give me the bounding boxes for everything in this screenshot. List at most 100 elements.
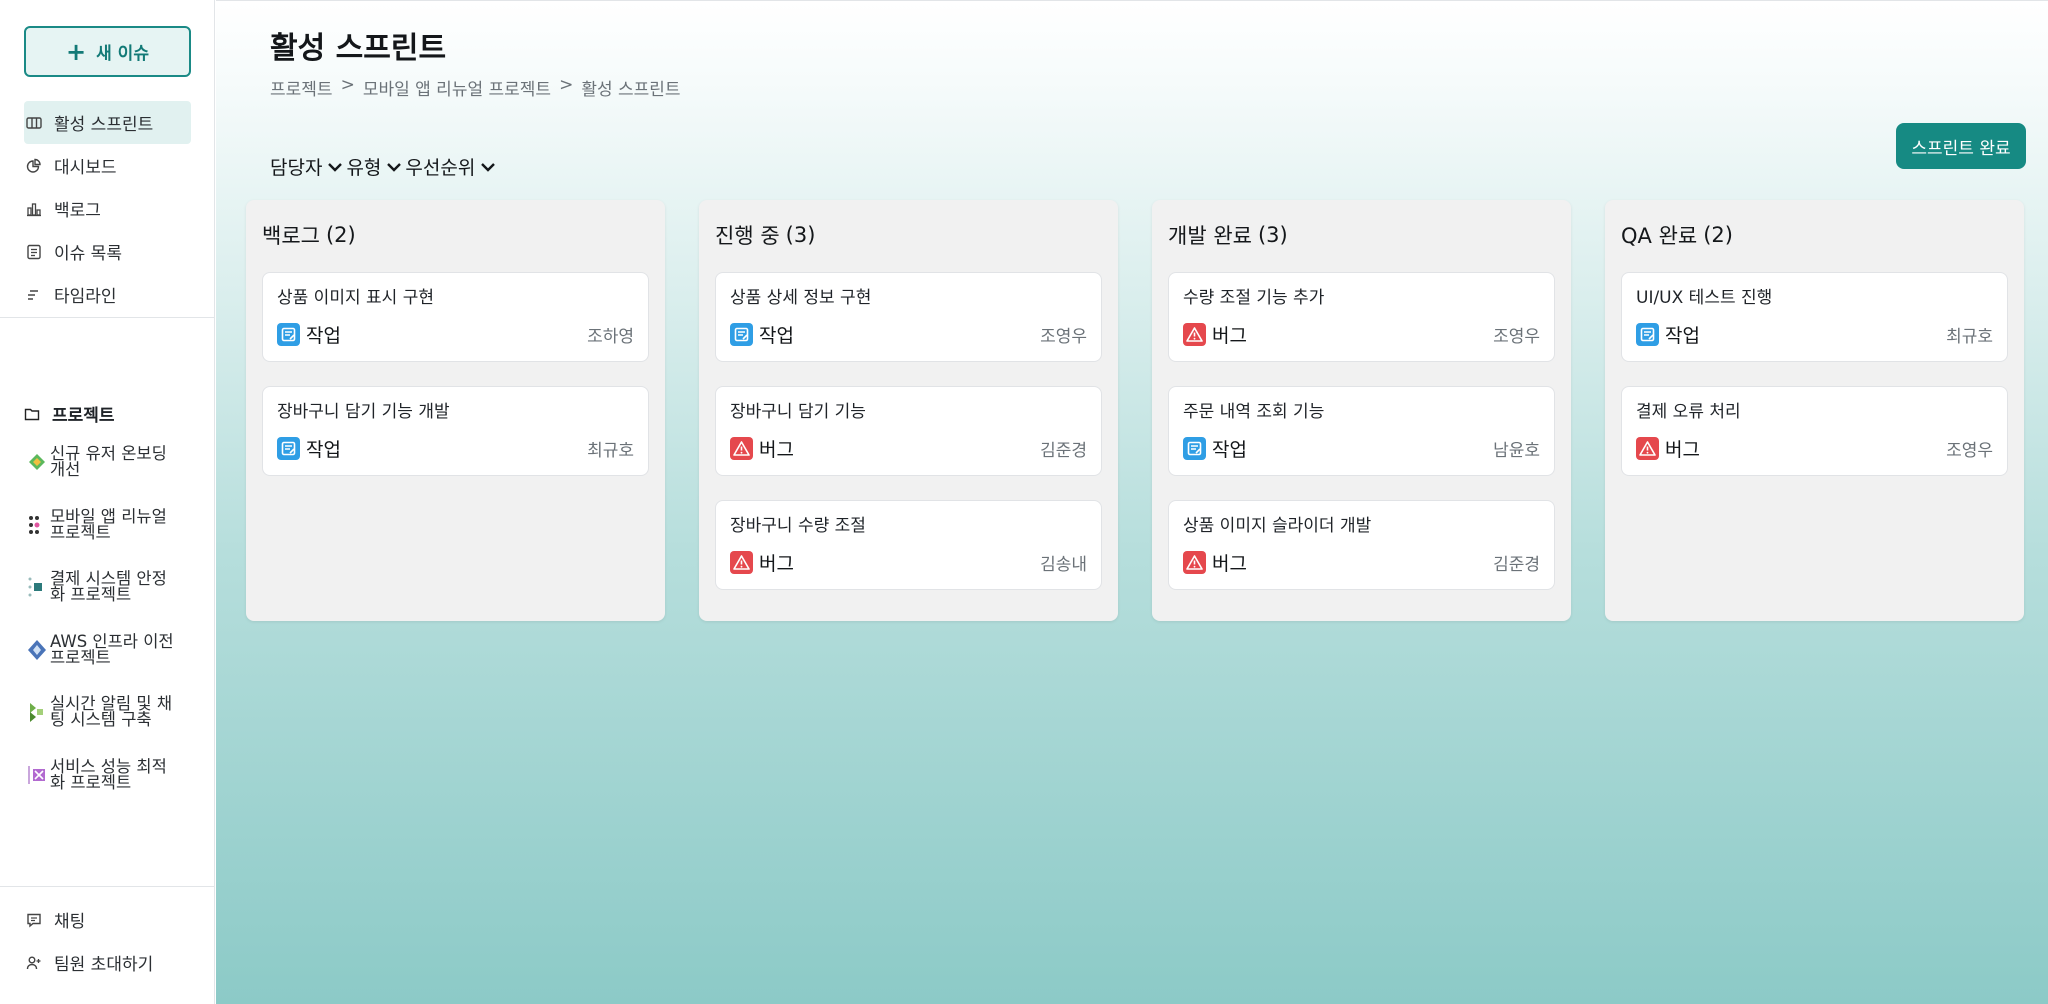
- nav-item-issue-list[interactable]: 이슈 목록: [24, 230, 191, 273]
- issue-assignee: 조영우: [1946, 441, 1993, 461]
- issue-type: 작업: [306, 325, 341, 347]
- sidebar: + 새 이슈 활성 스프린트 대시보드 백로그 이슈 목록 타임라인 프로젝트: [0, 0, 215, 1004]
- issue-card[interactable]: 상품 상세 정보 구현 작업 조영우: [715, 272, 1102, 362]
- task-icon: [277, 437, 300, 460]
- issue-card[interactable]: 상품 이미지 표시 구현 작업 조하영: [262, 272, 649, 362]
- issue-title: 결제 오류 처리: [1636, 402, 1741, 422]
- project-item[interactable]: 모바일 앱 리뉴얼 프로젝트: [26, 508, 196, 572]
- task-icon: [730, 323, 753, 346]
- column-dev-complete: 개발 완료 (3) 수량 조절 기능 추가 버그 조영우 주문 내역 조회 기능 작…: [1152, 200, 1571, 621]
- project-name-line2: 팅 시스템 구축: [50, 710, 152, 729]
- column-title: QA 완료 (2): [1621, 214, 2008, 256]
- breadcrumb-separator: >: [340, 75, 355, 95]
- projects-header: 프로젝트: [24, 401, 115, 426]
- issue-title: 장바구니 수량 조절: [730, 516, 866, 536]
- issue-type: 버그: [1212, 553, 1247, 575]
- column-in-progress: 진행 중 (3) 상품 상세 정보 구현 작업 조영우 장바구니 담기 기능 버그 김…: [699, 200, 1118, 621]
- project-list: 신규 유저 온보딩 개선 모바일 앱 리뉴얼 프로젝트 결제 시스템 안정 화 프로젝…: [26, 445, 196, 822]
- project-name-line2: 개선: [50, 460, 81, 479]
- nav-item-invite-member[interactable]: 팀원 초대하기: [24, 941, 191, 984]
- task-icon: [1183, 437, 1206, 460]
- issue-card[interactable]: 주문 내역 조회 기능 작업 남윤호: [1168, 386, 1555, 476]
- project-name-line2: 화 프로젝트: [50, 772, 132, 792]
- issue-card[interactable]: 수량 조절 기능 추가 버그 조영우: [1168, 272, 1555, 362]
- project-name-line2: 화 프로젝트: [50, 585, 132, 604]
- project-logo-icon: [28, 577, 42, 597]
- breadcrumb-item[interactable]: 모바일 앱 리뉴얼 프로젝트: [363, 75, 551, 100]
- nav-label: 백로그: [54, 201, 101, 221]
- column-name: QA 완료: [1621, 224, 1698, 248]
- issue-assignee: 조영우: [1493, 327, 1540, 347]
- issue-title: 수량 조절 기능 추가: [1183, 288, 1325, 308]
- filter-priority[interactable]: 우선순위: [405, 153, 497, 180]
- page-title: 활성 스프린트: [270, 31, 447, 66]
- bug-warning-icon: [730, 437, 753, 460]
- project-name-line2: 프로젝트: [50, 647, 111, 667]
- column-qa-complete: QA 완료 (2) UI/UX 테스트 진행 작업 최규호 결제 오류 처리 버그 조…: [1605, 200, 2024, 621]
- filter-assignee[interactable]: 담당자: [270, 153, 344, 180]
- filter-type[interactable]: 유형: [346, 153, 403, 180]
- new-issue-button[interactable]: + 새 이슈: [24, 26, 191, 77]
- project-logo-icon: [29, 515, 40, 534]
- issue-card[interactable]: UI/UX 테스트 진행 작업 최규호: [1621, 272, 2008, 362]
- nav-item-timeline[interactable]: 타임라인: [24, 273, 191, 316]
- bug-warning-icon: [1183, 323, 1206, 346]
- bug-warning-icon: [1183, 551, 1206, 574]
- project-logo-icon: [28, 639, 46, 660]
- main-nav: 활성 스프린트 대시보드 백로그 이슈 목록 타임라인: [24, 101, 191, 316]
- column-name: 진행 중: [715, 224, 780, 248]
- list-document-icon: [27, 244, 41, 259]
- breadcrumb-separator: >: [559, 75, 574, 95]
- issue-card[interactable]: 상품 이미지 슬라이더 개발 버그 김준경: [1168, 500, 1555, 590]
- issue-card[interactable]: 장바구니 담기 기능 버그 김준경: [715, 386, 1102, 476]
- issue-assignee: 최규호: [587, 441, 634, 461]
- sprint-board: 백로그 (2) 상품 이미지 표시 구현 작업 조하영 장바구니 담기 기능 개발 …: [246, 200, 2024, 621]
- new-issue-label: 새 이슈: [96, 44, 149, 64]
- bug-warning-icon: [1636, 437, 1659, 460]
- nav-label: 채팅: [54, 912, 86, 932]
- complete-sprint-button[interactable]: 스프린트 완료: [1896, 123, 2026, 169]
- chat-icon: [27, 913, 41, 927]
- project-item[interactable]: AWS 인프라 이전 프로젝트: [26, 633, 196, 697]
- add-user-icon: [26, 956, 41, 969]
- breadcrumb-item[interactable]: 활성 스프린트: [581, 75, 680, 100]
- issue-title: 상품 이미지 표시 구현: [277, 288, 434, 308]
- bug-warning-icon: [730, 551, 753, 574]
- issue-type: 버그: [1665, 439, 1700, 461]
- filter-label: 담당자: [270, 157, 323, 179]
- nav-item-chat[interactable]: 채팅: [24, 898, 191, 941]
- breadcrumb-item[interactable]: 프로젝트: [270, 75, 333, 100]
- issue-card[interactable]: 장바구니 수량 조절 버그 김송내: [715, 500, 1102, 590]
- nav-label: 이슈 목록: [54, 244, 122, 264]
- chevron-down-icon: [481, 162, 496, 172]
- issue-card[interactable]: 장바구니 담기 기능 개발 작업 최규호: [262, 386, 649, 476]
- issue-assignee: 남윤호: [1493, 441, 1540, 461]
- project-logo-icon: [30, 703, 43, 722]
- column-count: (2): [325, 223, 356, 247]
- project-item[interactable]: 결제 시스템 안정 화 프로젝트: [26, 570, 196, 634]
- project-item[interactable]: 실시간 알림 및 채팅 시스템 구축: [26, 695, 196, 759]
- column-count: (3): [785, 223, 816, 247]
- project-item[interactable]: 신규 유저 온보딩 개선: [26, 445, 196, 509]
- main-content: 활성 스프린트 프로젝트 > 모바일 앱 리뉴얼 프로젝트 > 활성 스프린트 …: [216, 0, 2048, 1004]
- nav-item-backlog[interactable]: 백로그: [24, 187, 191, 230]
- nav-item-active-sprint[interactable]: 활성 스프린트: [24, 101, 191, 144]
- chevron-down-icon: [328, 162, 343, 172]
- project-item[interactable]: 서비스 성능 최적 화 프로젝트: [26, 758, 196, 822]
- issue-title: 주문 내역 조회 기능: [1183, 402, 1325, 422]
- issue-type: 버그: [759, 439, 794, 461]
- task-icon: [277, 323, 300, 346]
- bottom-nav: 채팅 팀원 초대하기: [24, 898, 191, 984]
- projects-header-label: 프로젝트: [52, 406, 115, 426]
- filter-label: 우선순위: [405, 157, 476, 179]
- nav-item-dashboard[interactable]: 대시보드: [24, 144, 191, 187]
- board-icon: [26, 116, 42, 129]
- issue-assignee: 최규호: [1946, 327, 1993, 347]
- issue-type: 작업: [1665, 325, 1700, 347]
- column-title: 진행 중 (3): [715, 214, 1102, 256]
- issue-type: 작업: [1212, 439, 1247, 461]
- column-name: 백로그: [262, 224, 320, 248]
- issue-card[interactable]: 결제 오류 처리 버그 조영우: [1621, 386, 2008, 476]
- folder-icon: [24, 408, 40, 420]
- issue-type: 버그: [759, 553, 794, 575]
